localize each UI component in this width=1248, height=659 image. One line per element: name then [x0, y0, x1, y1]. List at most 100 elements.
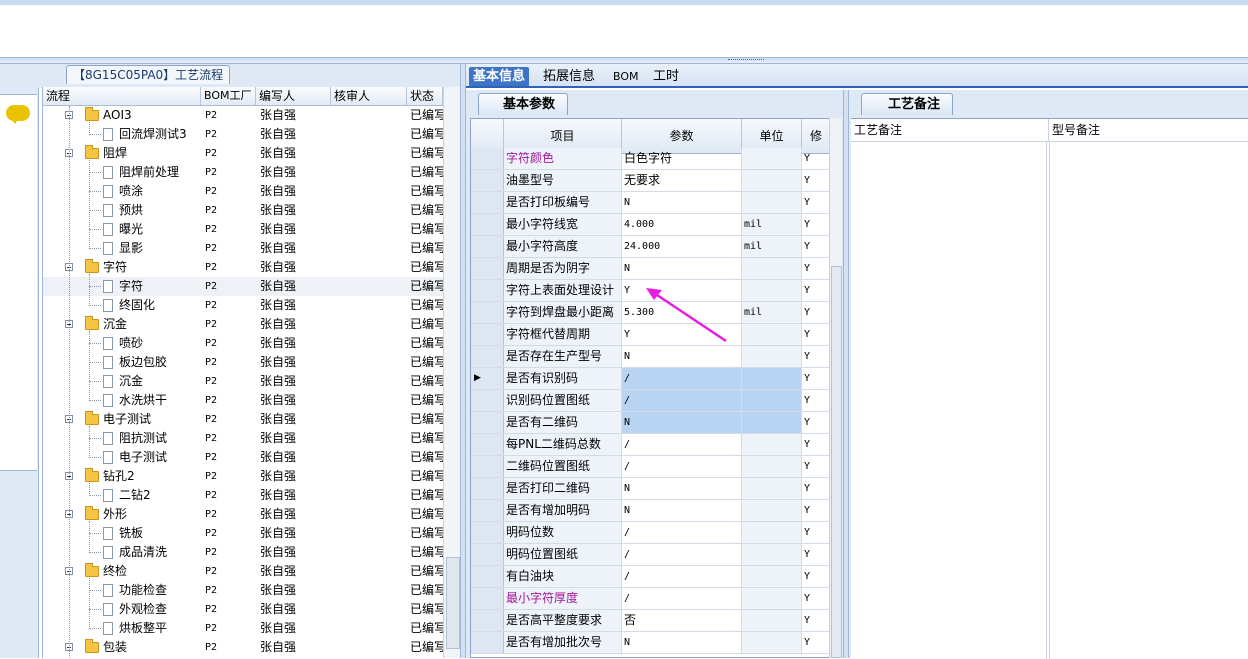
param-value-cell[interactable]: /	[622, 566, 742, 587]
row-selector[interactable]	[471, 192, 504, 213]
row-selector[interactable]	[471, 522, 504, 543]
param-value-cell[interactable]: 白色字符	[622, 148, 742, 169]
row-selector[interactable]	[471, 566, 504, 587]
grid-scroll-thumb[interactable]	[831, 266, 842, 658]
tree-row[interactable]: 显影 P2 张自强 已编写	[43, 239, 443, 258]
tree-row[interactable]: 电子测试 P2 张自强 已编写	[43, 448, 443, 467]
param-row[interactable]: 是否有增加明码 N Y	[471, 500, 829, 522]
param-row[interactable]: 有白油块 / Y	[471, 566, 829, 588]
row-selector[interactable]	[471, 346, 504, 367]
param-row[interactable]: 油墨型号 无要求 Y	[471, 170, 829, 192]
tree-row[interactable]: 喷砂 P2 张自强 已编写	[43, 334, 443, 353]
row-selector[interactable]	[471, 456, 504, 477]
param-row[interactable]: 二维码位置图纸 / Y	[471, 456, 829, 478]
tree-row[interactable]: 字符 P2 张自强 已编写	[43, 277, 443, 296]
row-selector[interactable]	[471, 236, 504, 257]
param-value-cell[interactable]: N	[622, 258, 742, 279]
param-row[interactable]: 周期是否为阴字 N Y	[471, 258, 829, 280]
param-value-cell[interactable]: N	[622, 478, 742, 499]
splitter-grip-icon[interactable]	[728, 59, 764, 63]
param-value-cell[interactable]: N	[622, 632, 742, 653]
tab-basic-info[interactable]: 基本信息	[469, 67, 530, 86]
tree-scroll-thumb[interactable]	[446, 557, 460, 649]
column-header-reviewer[interactable]: 核审人	[331, 87, 407, 105]
param-row[interactable]: 是否有增加批次号 N Y	[471, 632, 829, 654]
horizontal-splitter[interactable]	[0, 57, 1248, 64]
row-selector[interactable]	[471, 148, 504, 169]
row-selector[interactable]	[471, 632, 504, 653]
param-value-cell[interactable]: /	[622, 588, 742, 609]
param-row[interactable]: 是否打印板编号 N Y	[471, 192, 829, 214]
tab-process-notes[interactable]: 工艺备注	[861, 93, 954, 115]
param-row[interactable]: 明码位数 / Y	[471, 522, 829, 544]
tree-row[interactable]: 曝光 P2 张自强 已编写	[43, 220, 443, 239]
tree-row[interactable]: 二钻2 P2 张自强 已编写	[43, 486, 443, 505]
tree-scrollbar[interactable]	[443, 87, 460, 658]
chat-icon[interactable]	[6, 105, 30, 124]
row-selector[interactable]	[471, 324, 504, 345]
tree-row[interactable]: 钻孔2 P2 张自强 已编写	[43, 467, 443, 486]
param-value-cell[interactable]: /	[622, 522, 742, 543]
tab-process-flow[interactable]: 【8G15C05PA0】工艺流程	[66, 65, 231, 84]
param-row[interactable]: 每PNL二维码总数 / Y	[471, 434, 829, 456]
grid-scrollbar[interactable]	[829, 118, 842, 658]
column-header-process[interactable]: 流程	[43, 87, 201, 105]
tree-row[interactable]: 沉金 P2 张自强 已编写	[43, 315, 443, 334]
tree-row[interactable]: 板边包胶 P2 张自强 已编写	[43, 353, 443, 372]
param-value-cell[interactable]: N	[622, 192, 742, 213]
param-value-cell[interactable]: /	[622, 368, 742, 389]
tab-work-hours[interactable]: 工时	[649, 67, 683, 86]
param-value-cell[interactable]: 4.000	[622, 214, 742, 235]
tree-row[interactable]: 喷涂 P2 张自强 已编写	[43, 182, 443, 201]
tree-row[interactable]: 阻抗测试 P2 张自强 已编写	[43, 429, 443, 448]
row-selector[interactable]	[471, 500, 504, 521]
column-header-bom[interactable]: BOM工厂	[201, 87, 256, 105]
row-selector[interactable]	[471, 214, 504, 235]
row-selector[interactable]: ▶	[471, 368, 504, 389]
param-row[interactable]: 是否有二维码 N Y	[471, 412, 829, 434]
param-value-cell[interactable]: /	[622, 544, 742, 565]
tab-bom[interactable]: BOM	[609, 67, 643, 86]
param-row[interactable]: 识别码位置图纸 / Y	[471, 390, 829, 412]
row-selector[interactable]	[471, 610, 504, 631]
param-value-cell[interactable]: N	[622, 500, 742, 521]
tree-row[interactable]: 铣板 P2 张自强 已编写	[43, 524, 443, 543]
row-selector[interactable]	[471, 544, 504, 565]
param-value-cell[interactable]: /	[622, 390, 742, 411]
row-selector[interactable]	[471, 588, 504, 609]
tree-row[interactable]: 电子测试 P2 张自强 已编写	[43, 410, 443, 429]
param-row[interactable]: 最小字符厚度 / Y	[471, 588, 829, 610]
tree-row[interactable]: 包装 P2 张自强 已编写	[43, 638, 443, 657]
tree-row[interactable]: 终固化 P2 张自强 已编写	[43, 296, 443, 315]
param-row[interactable]: 最小字符线宽 4.000 mil Y	[471, 214, 829, 236]
row-selector[interactable]	[471, 390, 504, 411]
tree-row[interactable]: 终检 P2 张自强 已编写	[43, 562, 443, 581]
column-header-writer[interactable]: 编写人	[256, 87, 331, 105]
param-row[interactable]: 最小字符高度 24.000 mil Y	[471, 236, 829, 258]
model-notes-textarea[interactable]	[1049, 142, 1248, 659]
param-value-cell[interactable]: 无要求	[622, 170, 742, 191]
row-selector[interactable]	[471, 412, 504, 433]
param-row[interactable]: 是否打印二维码 N Y	[471, 478, 829, 500]
tree-row[interactable]: 阻焊 P2 张自强 已编写	[43, 144, 443, 163]
tree-row[interactable]: 字符 P2 张自强 已编写	[43, 258, 443, 277]
param-value-cell[interactable]: 24.000	[622, 236, 742, 257]
tree-row[interactable]: 功能检查 P2 张自强 已编写	[43, 581, 443, 600]
column-header-status[interactable]: 状态	[407, 87, 443, 105]
tree-row[interactable]: 水洗烘干 P2 张自强 已编写	[43, 391, 443, 410]
row-selector[interactable]	[471, 170, 504, 191]
tree-row[interactable]: 外观检查 P2 张自强 已编写	[43, 600, 443, 619]
tree-row[interactable]: 回流焊测试3 P2 张自强 已编写	[43, 125, 443, 144]
tree-row[interactable]: 成品清洗 P2 张自强 已编写	[43, 543, 443, 562]
tree-row[interactable]: 烘板整平 P2 张自强 已编写	[43, 619, 443, 638]
tree-row[interactable]: 外形 P2 张自强 已编写	[43, 505, 443, 524]
param-value-cell[interactable]: N	[622, 412, 742, 433]
row-selector[interactable]	[471, 280, 504, 301]
param-row[interactable]: 字符颜色 白色字符 Y	[471, 148, 829, 170]
param-value-cell[interactable]: /	[622, 456, 742, 477]
param-row[interactable]: 是否高平整度要求否 Y	[471, 610, 829, 632]
param-row[interactable]: 明码位置图纸 / Y	[471, 544, 829, 566]
row-selector[interactable]	[471, 258, 504, 279]
row-selector[interactable]	[471, 302, 504, 323]
process-notes-textarea[interactable]	[851, 142, 1047, 659]
